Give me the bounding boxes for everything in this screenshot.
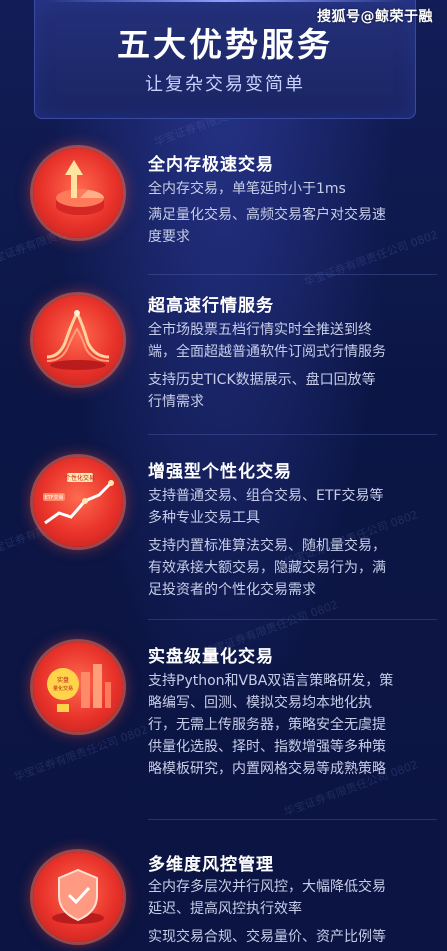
feature-quant-trading: 实盘 量化交易 实盘级量化交易 支持Python和VBA双语言策略研发，策 略编… bbox=[0, 620, 447, 820]
feature-line: 全内存多层次并行风控，大幅降低交易 bbox=[148, 879, 386, 895]
feature-line: 支持内置标准算法交易、随机量交易， bbox=[148, 538, 386, 554]
feature-line: 略模板研究，内置网格交易等成熟策略 bbox=[148, 761, 386, 777]
shield-icon bbox=[33, 852, 123, 942]
trend-line-icon: 个性化交易 ETF交易 bbox=[33, 457, 123, 547]
feature-line: 支持历史TICK数据展示、盘口回放等 bbox=[148, 372, 376, 388]
feature-title: 增强型个性化交易 bbox=[148, 462, 292, 482]
feature-line: 实现交易合规、交易量价、资产比例等 bbox=[148, 929, 386, 945]
feature-risk-control: 多维度风控管理 全内存多层次并行风控，大幅降低交易 延迟、提高风控执行效率 实现… bbox=[0, 820, 447, 951]
feature-line: 满足量化交易、高频交易客户对交易速 bbox=[148, 207, 386, 223]
feature-market-data: 超高速行情服务 全市场股票五档行情实时全推送到终 端，全面超越普通软件订阅式行情… bbox=[0, 275, 447, 435]
feature-line: 行情需求 bbox=[148, 394, 204, 410]
feature-line: 延迟、提高风控执行效率 bbox=[148, 901, 302, 917]
feature-line: 略编写、回测、模拟交易均本地化执 bbox=[148, 695, 372, 711]
feature-memory-trading: 全内存极速交易 全内存交易，单笔延时小于1ms 满足量化交易、高频交易客户对交易… bbox=[0, 130, 447, 275]
feature-line: 支持普通交易、组合交易、ETF交易等 bbox=[148, 488, 384, 504]
feature-personalized-trading: 个性化交易 ETF交易 增强型个性化交易 支持普通交易、组合交易、ETF交易等 … bbox=[0, 435, 447, 620]
icon-label: 实盘 bbox=[57, 676, 69, 684]
feature-line: 支持Python和VBA双语言策略研发，策 bbox=[148, 673, 394, 689]
feature-title: 全内存极速交易 bbox=[148, 155, 274, 175]
arrow-up-pie-icon bbox=[33, 148, 123, 238]
feature-line: 多种专业交易工具 bbox=[148, 510, 260, 526]
feature-line: 度要求 bbox=[148, 229, 190, 245]
feature-line: 足投资者的个性化交易需求 bbox=[148, 582, 316, 598]
feature-title: 实盘级量化交易 bbox=[148, 647, 274, 667]
icon-label: ETF交易 bbox=[44, 494, 63, 501]
page-subtitle: 让复杂交易变简单 bbox=[145, 74, 305, 95]
icon-label: 个性化交易 bbox=[65, 474, 95, 482]
feature-line: 端，全面超越普通软件订阅式行情服务 bbox=[148, 344, 386, 360]
feature-line: 全市场股票五档行情实时全推送到终 bbox=[148, 322, 372, 338]
feature-line: 行，无需上传服务器，策略安全无虞提 bbox=[148, 717, 386, 733]
source-watermark: 搜狐号@鲸荣于融 bbox=[317, 9, 433, 25]
icon-label: 量化交易 bbox=[53, 685, 73, 692]
feature-line: 全内存交易，单笔延时小于1ms bbox=[148, 181, 346, 197]
feature-title: 多维度风控管理 bbox=[148, 855, 274, 875]
wave-chart-icon bbox=[33, 295, 123, 385]
feature-title: 超高速行情服务 bbox=[148, 296, 274, 316]
feature-line: 供量化选股、择时、指数增强等多种策 bbox=[148, 739, 386, 755]
bar-chart-icon: 实盘 量化交易 bbox=[33, 642, 123, 732]
feature-line: 有效承接大额交易，隐藏交易行为，满 bbox=[148, 560, 386, 576]
